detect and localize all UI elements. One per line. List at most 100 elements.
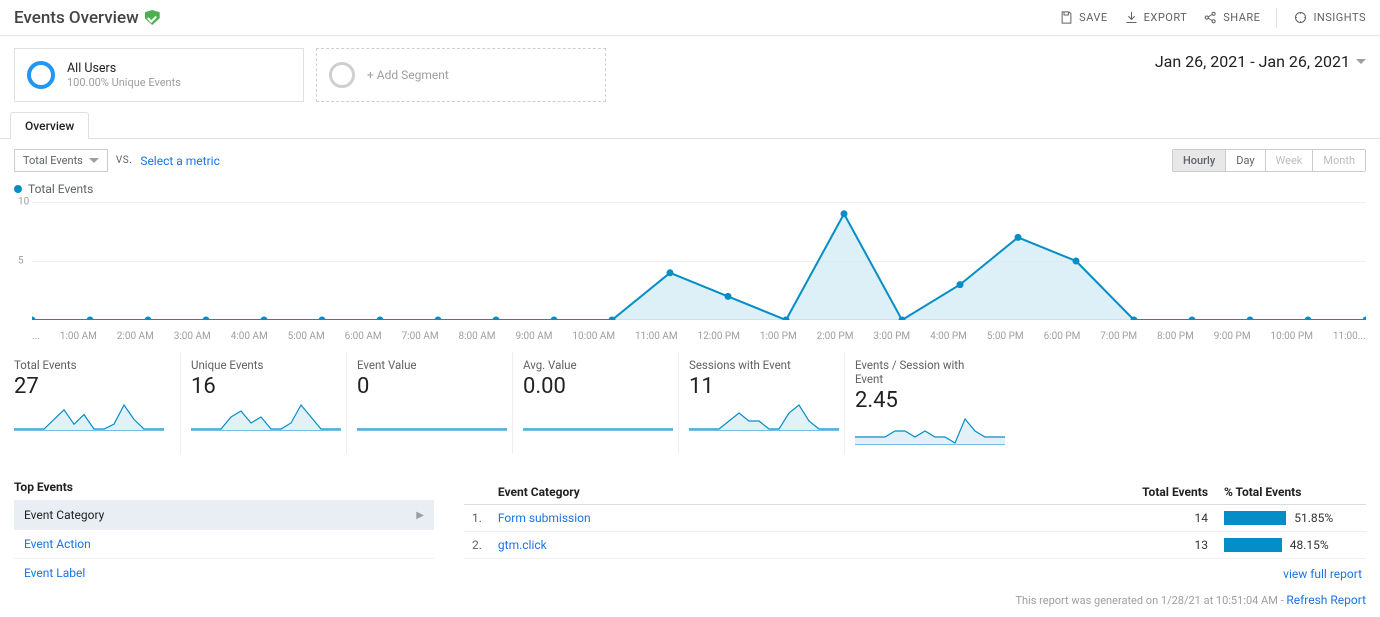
metric-sparkline: [14, 403, 164, 431]
metric-label: Sessions with Event: [689, 358, 828, 372]
metric-value: 0.00: [523, 372, 662, 403]
footnote-text: This report was generated on 1/28/21 at …: [1015, 594, 1286, 607]
metric-card[interactable]: Unique Events16: [180, 352, 340, 454]
top-events-row[interactable]: Event Action: [14, 529, 434, 558]
page-header: Events Overview SAVE EXPORT SHARE INSIGH…: [0, 0, 1380, 36]
x-tick: ...: [32, 331, 40, 342]
event-category-link[interactable]: gtm.click: [498, 538, 547, 552]
save-label: SAVE: [1079, 11, 1108, 24]
x-tick: 5:00 AM: [288, 331, 325, 342]
event-category-link[interactable]: Form submission: [498, 511, 591, 525]
top-events-row[interactable]: Event Label: [14, 558, 434, 587]
x-tick: 3:00 PM: [873, 331, 910, 342]
table-row: 1.Form submission1451.85%: [464, 505, 1366, 532]
select-metric-link[interactable]: Select a metric: [140, 154, 220, 168]
granularity-hourly[interactable]: Hourly: [1173, 150, 1225, 171]
top-events-heading: Top Events: [14, 480, 434, 500]
metric-card[interactable]: Events / Session with Event2.45: [844, 352, 1004, 454]
x-tick: 2:00 AM: [117, 331, 154, 342]
x-tick: 1:00 AM: [60, 331, 97, 342]
col-event-category: Event Category: [490, 480, 1106, 505]
col-pct-total-events: % Total Events: [1216, 480, 1366, 505]
segments-row: All Users 100.00% Unique Events + Add Se…: [0, 36, 1380, 112]
top-events-row[interactable]: Event Category ▶: [14, 500, 434, 529]
primary-metric-dropdown[interactable]: Total Events: [14, 149, 108, 172]
row-index: 2.: [464, 532, 490, 559]
segment-ring-icon: [27, 61, 55, 89]
x-tick: 10:00 AM: [572, 331, 615, 342]
metric-card[interactable]: Avg. Value0.00: [512, 352, 672, 454]
x-tick: 9:00 AM: [515, 331, 552, 342]
legend-dot-icon: [14, 185, 22, 193]
x-tick: 2:00 PM: [817, 331, 854, 342]
x-tick: 10:00 PM: [1271, 331, 1313, 342]
top-events-row-label: Event Action: [24, 537, 91, 551]
metric-sparkline: [689, 403, 839, 431]
granularity-month: Month: [1312, 150, 1365, 171]
add-segment-button[interactable]: + Add Segment: [316, 48, 606, 102]
metric-label: Event Value: [357, 358, 496, 372]
x-tick: 12:00 PM: [698, 331, 740, 342]
segment-cards: All Users 100.00% Unique Events + Add Se…: [14, 48, 606, 102]
row-index: 1.: [464, 505, 490, 532]
metric-label: Unique Events: [191, 358, 330, 372]
chevron-down-icon: [1356, 59, 1366, 64]
metric-value: 2.45: [855, 386, 994, 417]
add-segment-label: + Add Segment: [367, 68, 449, 82]
segment-all-users[interactable]: All Users 100.00% Unique Events: [14, 48, 304, 102]
event-category-table: Event Category Total Events % Total Even…: [464, 480, 1366, 587]
x-tick: 11:00 AM: [635, 331, 678, 342]
share-button[interactable]: SHARE: [1203, 10, 1260, 25]
save-icon: [1059, 10, 1074, 25]
metric-card[interactable]: Event Value0: [346, 352, 506, 454]
page-title-text: Events Overview: [14, 8, 139, 28]
row-pct: 51.85%: [1294, 511, 1333, 525]
top-events-row-label: Event Category: [24, 508, 104, 522]
metric-cards: Total Events27Unique Events16Event Value…: [0, 352, 1380, 470]
x-tick: 8:00 PM: [1157, 331, 1194, 342]
bottom-section: Top Events Event Category ▶ Event Action Ev…: [0, 470, 1380, 587]
export-button[interactable]: EXPORT: [1124, 10, 1188, 25]
primary-metric-label: Total Events: [23, 154, 83, 167]
save-button[interactable]: SAVE: [1059, 10, 1108, 25]
chart-legend: Total Events: [0, 182, 1380, 202]
date-range-text: Jan 26, 2021 - Jan 26, 2021: [1155, 52, 1350, 71]
x-tick: 4:00 AM: [231, 331, 268, 342]
row-pct: 48.15%: [1290, 538, 1329, 552]
tabs: Overview: [0, 112, 1380, 139]
metric-value: 27: [14, 372, 164, 403]
chevron-right-icon: ▶: [416, 510, 424, 521]
tab-overview[interactable]: Overview: [10, 112, 89, 139]
header-separator: [1276, 8, 1277, 28]
refresh-report-link[interactable]: Refresh Report: [1286, 593, 1366, 607]
segment-subtitle: 100.00% Unique Events: [67, 76, 181, 89]
chevron-down-icon: [89, 158, 99, 163]
insights-icon: [1293, 10, 1308, 25]
segment-title: All Users: [67, 61, 181, 76]
legend-label: Total Events: [28, 182, 93, 196]
add-segment-ring-icon: [329, 62, 355, 88]
granularity-day[interactable]: Day: [1225, 150, 1264, 171]
metric-card[interactable]: Sessions with Event11: [678, 352, 838, 454]
report-footnote: This report was generated on 1/28/21 at …: [0, 587, 1380, 617]
x-tick: 7:00 AM: [402, 331, 439, 342]
x-tick: 9:00 PM: [1214, 331, 1251, 342]
metric-sparkline: [855, 417, 1005, 445]
metric-value: 11: [689, 372, 828, 403]
x-tick: 6:00 PM: [1044, 331, 1081, 342]
granularity-toggle: Hourly Day Week Month: [1172, 149, 1366, 172]
export-label: EXPORT: [1144, 11, 1188, 24]
table-row: 2.gtm.click1348.15%: [464, 532, 1366, 559]
insights-button[interactable]: INSIGHTS: [1293, 10, 1366, 25]
x-tick: 3:00 AM: [174, 331, 211, 342]
col-total-events: Total Events: [1106, 480, 1216, 505]
share-label: SHARE: [1223, 11, 1260, 24]
pct-bar: [1224, 538, 1282, 552]
metric-card[interactable]: Total Events27: [14, 352, 174, 454]
export-icon: [1124, 10, 1139, 25]
vs-text: VS.: [116, 155, 132, 166]
metric-label: Events / Session with Event: [855, 358, 994, 386]
date-range-picker[interactable]: Jan 26, 2021 - Jan 26, 2021: [1155, 48, 1366, 71]
view-full-report-link[interactable]: view full report: [1283, 567, 1362, 581]
top-events-panel: Top Events Event Category ▶ Event Action Ev…: [14, 480, 434, 587]
